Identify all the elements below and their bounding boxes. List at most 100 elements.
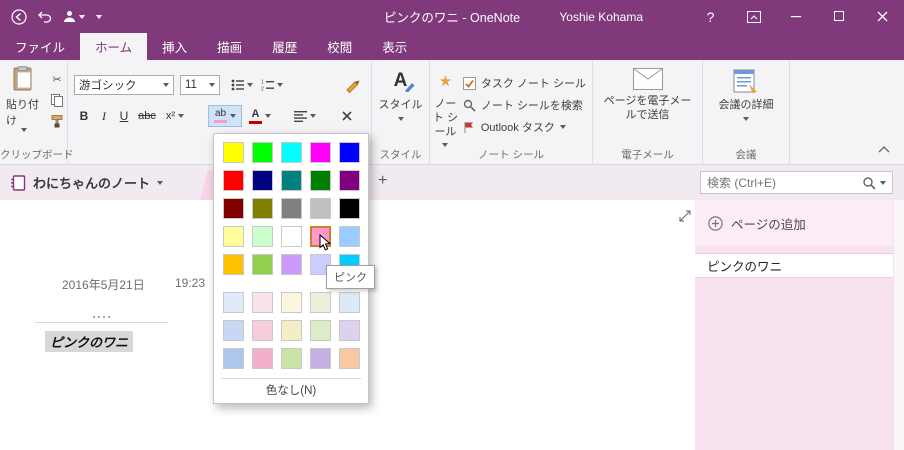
highlight-color-swatch[interactable]: [281, 169, 302, 191]
add-section-button[interactable]: +: [378, 172, 387, 190]
clear-formatting-button[interactable]: [336, 105, 358, 127]
minimize-button[interactable]: [775, 0, 818, 33]
numbered-list-icon: 12: [261, 80, 274, 91]
superscript-button[interactable]: x²: [160, 105, 190, 127]
highlight-color-swatch[interactable]: [252, 225, 273, 247]
highlight-color-swatch[interactable]: [339, 291, 360, 313]
signed-in-user[interactable]: Yoshie Kohama: [559, 10, 643, 24]
search-scope-chevron-icon[interactable]: [880, 180, 886, 185]
font-name-combo[interactable]: 游ゴシック: [74, 75, 174, 95]
styles-button[interactable]: A スタイル: [372, 60, 429, 121]
tab-review[interactable]: 校閲: [312, 33, 367, 60]
strikethrough-button[interactable]: abc: [134, 105, 160, 127]
highlight-color-swatch[interactable]: [310, 291, 331, 313]
highlight-color-swatch[interactable]: [223, 225, 244, 247]
highlight-color-swatch[interactable]: [223, 197, 244, 219]
bold-button[interactable]: B: [74, 105, 94, 127]
meeting-details-button[interactable]: 会議の詳細: [703, 60, 789, 121]
highlight-color-swatch[interactable]: [281, 141, 302, 163]
font-color-button[interactable]: A: [246, 105, 274, 127]
find-tags-button[interactable]: ノート シールを検索: [463, 94, 592, 116]
close-button[interactable]: [861, 0, 904, 33]
note-text-selected[interactable]: ピンクのワニ: [45, 331, 134, 352]
chevron-down-icon: [559, 125, 566, 129]
highlight-color-swatch[interactable]: [252, 141, 273, 163]
envelope-icon: [632, 68, 663, 90]
highlight-color-swatch[interactable]: [310, 319, 331, 341]
format-painter-button[interactable]: [47, 112, 67, 130]
ribbon-display-options-button[interactable]: [732, 0, 775, 33]
back-button[interactable]: [11, 8, 27, 25]
note-tags-button[interactable]: ★ ノート シール: [430, 63, 461, 148]
full-page-view-button[interactable]: [678, 209, 692, 226]
customize-qat-button[interactable]: [96, 14, 102, 19]
highlight-color-button[interactable]: ab: [208, 105, 242, 127]
paragraph-alignment-button[interactable]: [290, 105, 320, 127]
highlight-palette-pastel: [219, 288, 363, 372]
chevron-down-icon: [178, 114, 185, 118]
highlight-color-swatch[interactable]: [339, 347, 360, 369]
highlight-color-swatch[interactable]: [281, 253, 302, 275]
underline-button[interactable]: U: [114, 105, 134, 127]
highlight-color-swatch[interactable]: [223, 141, 244, 163]
highlight-color-swatch[interactable]: [339, 197, 360, 219]
task-tag-button[interactable]: タスク ノート シール: [462, 72, 592, 94]
highlight-color-swatch[interactable]: [223, 169, 244, 191]
search-input[interactable]: [701, 175, 862, 190]
help-button[interactable]: ?: [689, 0, 732, 33]
font-size-combo[interactable]: 11: [180, 75, 220, 95]
cut-button[interactable]: ✂: [47, 70, 67, 88]
highlight-color-swatch[interactable]: [339, 225, 360, 247]
tab-file[interactable]: ファイル: [0, 33, 80, 60]
highlight-color-swatch[interactable]: [281, 197, 302, 219]
highlight-color-swatch[interactable]: [339, 319, 360, 341]
highlight-color-swatch[interactable]: [310, 347, 331, 369]
undo-button[interactable]: [38, 11, 52, 23]
no-color-button[interactable]: 色なし(N): [219, 379, 363, 401]
highlight-color-swatch[interactable]: [310, 197, 331, 219]
pen-button[interactable]: [342, 74, 364, 96]
collapse-ribbon-button[interactable]: [878, 142, 890, 156]
mouse-cursor-icon: [319, 233, 332, 255]
highlight-color-swatch[interactable]: [252, 347, 273, 369]
paste-button[interactable]: 貼り付け: [6, 66, 42, 132]
sidebar-scrollbar[interactable]: [893, 200, 904, 450]
outlook-tasks-button[interactable]: Outlook タスク: [463, 116, 592, 138]
highlight-color-swatch[interactable]: [281, 291, 302, 313]
highlight-color-swatch[interactable]: [339, 141, 360, 163]
tab-view[interactable]: 表示: [367, 33, 422, 60]
highlight-color-swatch[interactable]: [252, 197, 273, 219]
page-list-item-selected[interactable]: ピンクのワニ: [695, 253, 893, 278]
highlight-color-swatch[interactable]: [252, 319, 273, 341]
tab-insert[interactable]: 挿入: [147, 33, 202, 60]
highlight-color-swatch[interactable]: [281, 347, 302, 369]
highlight-color-swatch[interactable]: [281, 319, 302, 341]
numbering-button[interactable]: 12: [258, 74, 286, 96]
italic-button[interactable]: I: [94, 105, 114, 127]
highlight-color-swatch[interactable]: [281, 225, 302, 247]
add-page-button[interactable]: ページの追加: [695, 200, 893, 246]
highlight-color-swatch[interactable]: [223, 291, 244, 313]
tab-draw[interactable]: 描画: [202, 33, 257, 60]
email-page-button[interactable]: ページを電子メールで送信: [593, 60, 702, 123]
highlight-color-swatch[interactable]: [339, 169, 360, 191]
tab-home[interactable]: ホーム: [80, 33, 148, 60]
highlight-color-swatch[interactable]: [252, 169, 273, 191]
highlight-color-swatch[interactable]: [223, 253, 244, 275]
touch-mouse-mode-button[interactable]: [63, 10, 85, 23]
maximize-button[interactable]: [818, 0, 861, 33]
copy-button[interactable]: [47, 91, 67, 109]
bullets-button[interactable]: [228, 74, 256, 96]
note-container-handle[interactable]: [35, 312, 168, 322]
tab-history[interactable]: 履歴: [257, 33, 312, 60]
highlight-color-swatch[interactable]: [223, 347, 244, 369]
highlight-color-swatch[interactable]: [310, 169, 331, 191]
search-icon[interactable]: [862, 176, 876, 190]
bullet-list-icon: [231, 79, 244, 91]
highlight-color-swatch[interactable]: [252, 253, 273, 275]
highlight-color-swatch[interactable]: [310, 141, 331, 163]
highlight-color-swatch[interactable]: [223, 319, 244, 341]
notebook-dropdown[interactable]: わにちゃんのノート: [10, 173, 164, 192]
note-container[interactable]: ピンクのワニ: [35, 312, 168, 357]
highlight-color-swatch[interactable]: [252, 291, 273, 313]
